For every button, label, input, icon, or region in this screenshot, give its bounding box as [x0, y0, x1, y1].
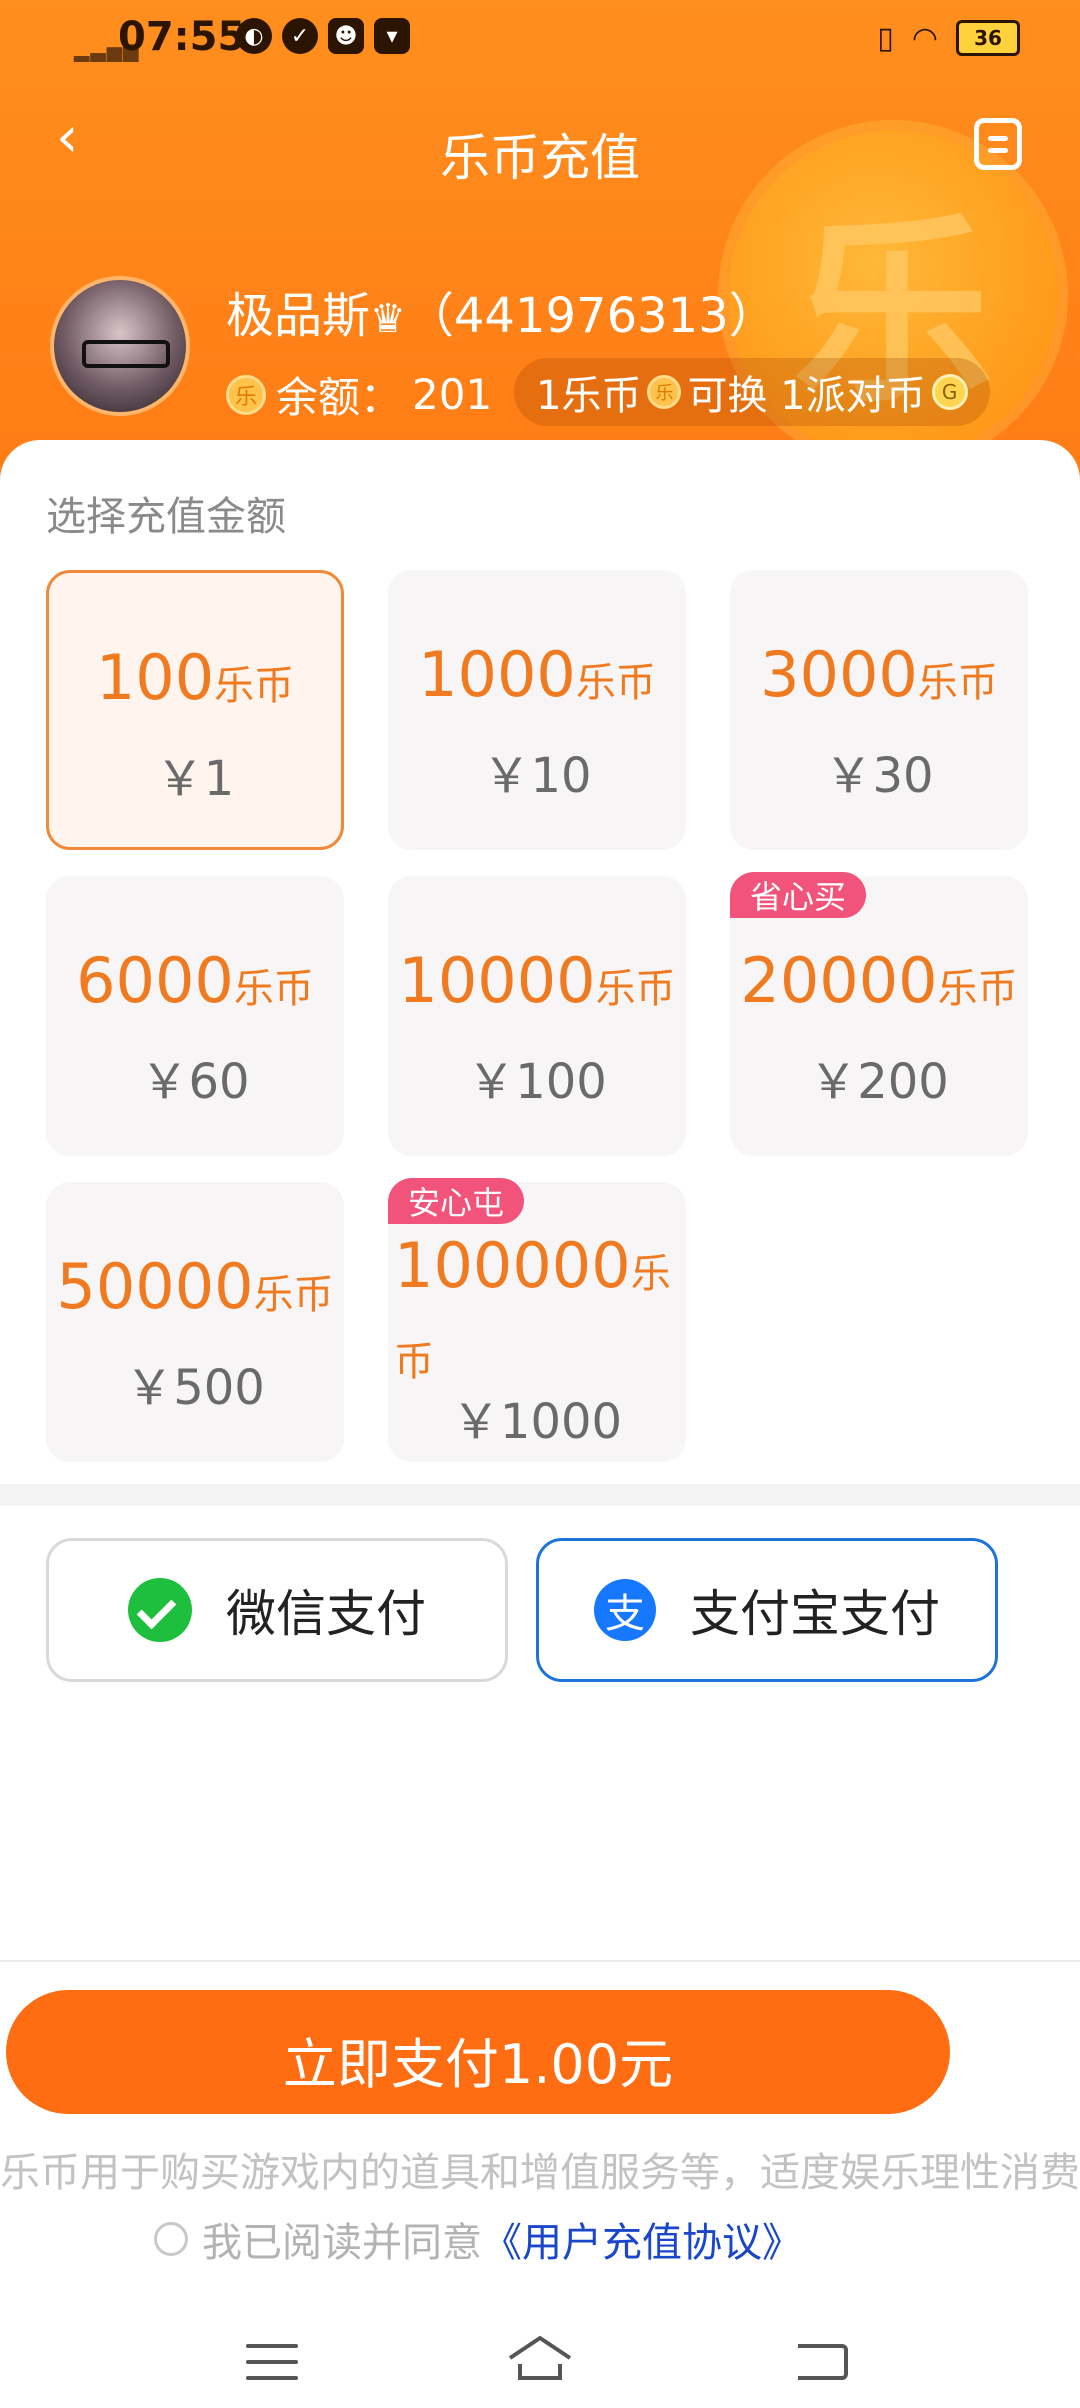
amount-price: ￥200 — [809, 1054, 949, 1110]
party-coin-icon: G — [931, 374, 968, 410]
exchange-mid: 可换 1派对币 — [687, 373, 926, 419]
system-navigation-bar — [0, 2300, 1080, 2408]
section-divider — [0, 1484, 1080, 1506]
section-label: 选择充值金额 — [46, 494, 286, 540]
amount-price: ￥10 — [482, 748, 592, 804]
promo-tag: 安心屯 — [388, 1178, 525, 1224]
balance-value: 201 — [412, 370, 493, 419]
amount-coins: 6000乐币 — [76, 944, 314, 1017]
balance-row: 乐 余额： 201 — [226, 364, 492, 425]
alipay-label: 支付宝支付 — [690, 1585, 940, 1643]
vibrate-icon: ▯ — [877, 20, 894, 56]
wifi-icon: ◠ — [911, 20, 938, 56]
le-coin-small-icon: 乐 — [647, 375, 682, 409]
amount-price: ￥100 — [467, 1054, 607, 1110]
amount-coins: 3000乐币 — [760, 638, 998, 711]
amount-option-100000[interactable]: 安心屯 100000乐币 ￥1000 — [388, 1178, 686, 1462]
records-list-icon[interactable] — [974, 118, 1022, 170]
exchange-prefix: 1乐币 — [536, 373, 642, 419]
agreement-checkbox[interactable] — [154, 2222, 188, 2256]
agreement-row: 我已阅读并同意 《用户充值协议》 — [154, 2210, 802, 2268]
amount-option-1000[interactable]: 1000乐币 ￥10 — [388, 570, 686, 850]
exchange-rate-badge: 1乐币 乐 可换 1派对币 G — [514, 358, 990, 426]
spending-notice: 乐币用于购买游戏内的道具和增值服务等，适度娱乐理性消费 — [0, 2150, 1080, 2196]
amount-coins: 10000乐币 — [398, 944, 676, 1017]
amount-coins: 1000乐币 — [418, 638, 656, 711]
amount-coins: 50000乐币 — [56, 1250, 334, 1323]
bag-notification-icon: ▾ — [374, 18, 410, 54]
avatar[interactable] — [50, 276, 190, 416]
battery-icon: 36 — [956, 20, 1020, 56]
app-notification-icon: ◐ — [236, 18, 272, 54]
status-bar: ▂▃▅▆ 07:55 ◐ ✓ ☻ ▾ ▯ ◠ 36 — [0, 0, 1080, 86]
amount-price: ￥1 — [155, 751, 235, 807]
alipay-icon: 支 — [594, 1579, 656, 1641]
le-coin-icon: 乐 — [226, 374, 266, 415]
agreement-link[interactable]: 《用户充值协议》 — [482, 2210, 802, 2268]
footer-divider — [0, 1960, 1080, 1962]
crown-icon: ♛ — [370, 296, 406, 342]
amount-option-50000[interactable]: 50000乐币 ￥500 — [46, 1182, 344, 1462]
promo-tag: 省心买 — [730, 872, 867, 918]
wechat-icon — [128, 1578, 192, 1642]
amount-coins: 100乐币 — [95, 641, 295, 714]
user-name: 极品斯♛（441976313） — [226, 276, 777, 346]
amount-option-100[interactable]: 100乐币 ￥1 — [46, 570, 344, 850]
amount-coins: 20000乐币 — [740, 944, 1018, 1017]
amount-price: ￥1000 — [451, 1394, 623, 1450]
status-time: 07:55 — [118, 14, 246, 60]
alipay-button[interactable]: 支 支付宝支付 — [536, 1538, 998, 1682]
balance-label: 余额： — [276, 373, 403, 422]
amount-price: ￥30 — [824, 748, 934, 804]
back-nav-icon[interactable] — [798, 2344, 848, 2380]
amount-price: ￥500 — [125, 1360, 265, 1416]
check-notification-icon: ✓ — [282, 18, 318, 54]
amount-option-10000[interactable]: 10000乐币 ￥100 — [388, 876, 686, 1156]
amount-option-20000[interactable]: 省心买 20000乐币 ￥200 — [730, 872, 1028, 1156]
amount-coins: 100000乐币 — [394, 1229, 671, 1385]
wechat-pay-label: 微信支付 — [226, 1585, 426, 1643]
home-icon[interactable] — [506, 2332, 574, 2384]
amount-option-3000[interactable]: 3000乐币 ￥30 — [730, 570, 1028, 850]
amount-price: ￥60 — [140, 1054, 250, 1110]
page-title: 乐币充值 — [440, 129, 640, 187]
user-id: （441976313） — [405, 288, 777, 344]
game-notification-icon: ☻ — [328, 18, 364, 54]
status-right: ▯ ◠ 36 — [877, 20, 1020, 56]
pay-now-button[interactable]: 立即支付1.00元 — [6, 1990, 950, 2114]
recent-apps-icon[interactable] — [246, 2344, 298, 2392]
amount-option-6000[interactable]: 6000乐币 ￥60 — [46, 876, 344, 1156]
user-name-text: 极品斯 — [226, 288, 371, 344]
agreement-prefix: 我已阅读并同意 — [202, 2220, 482, 2266]
wechat-pay-button[interactable]: 微信支付 — [46, 1538, 508, 1682]
notification-icons: ◐ ✓ ☻ ▾ — [236, 18, 410, 54]
